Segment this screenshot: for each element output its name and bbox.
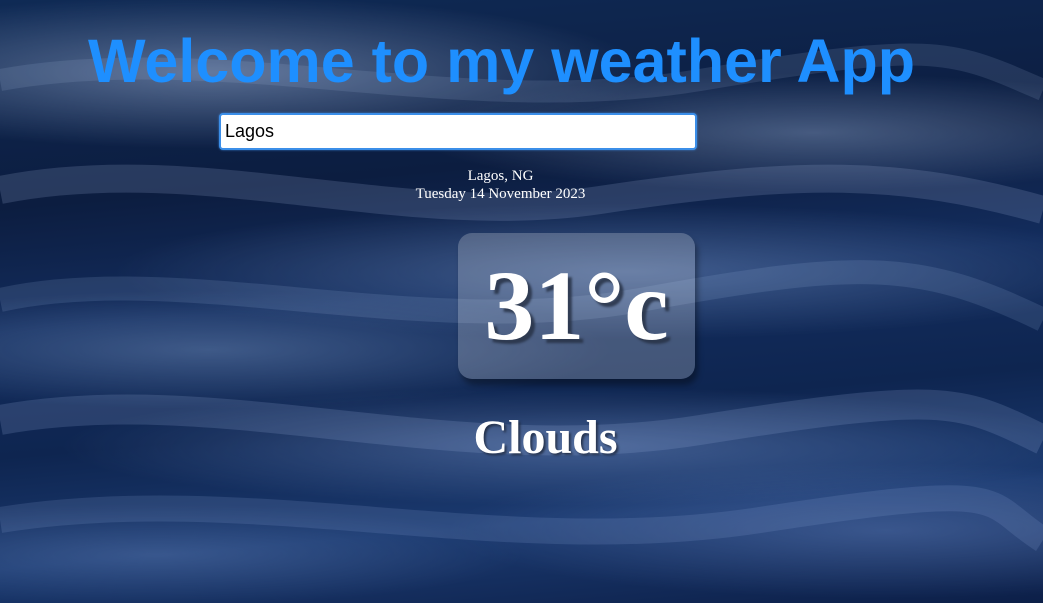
weather-condition: Clouds	[473, 411, 618, 464]
search-input[interactable]	[219, 113, 697, 150]
location-date: Tuesday 14 November 2023	[415, 186, 586, 202]
page-title: Welcome to my weather App	[87, 27, 916, 95]
location-info: Lagos, NG Tuesday 14 November 2023	[0, 167, 1001, 203]
temperature-card: 31°c	[458, 233, 695, 379]
location-city: Lagos, NG	[467, 168, 534, 184]
temperature-value: 31°c	[484, 250, 669, 361]
